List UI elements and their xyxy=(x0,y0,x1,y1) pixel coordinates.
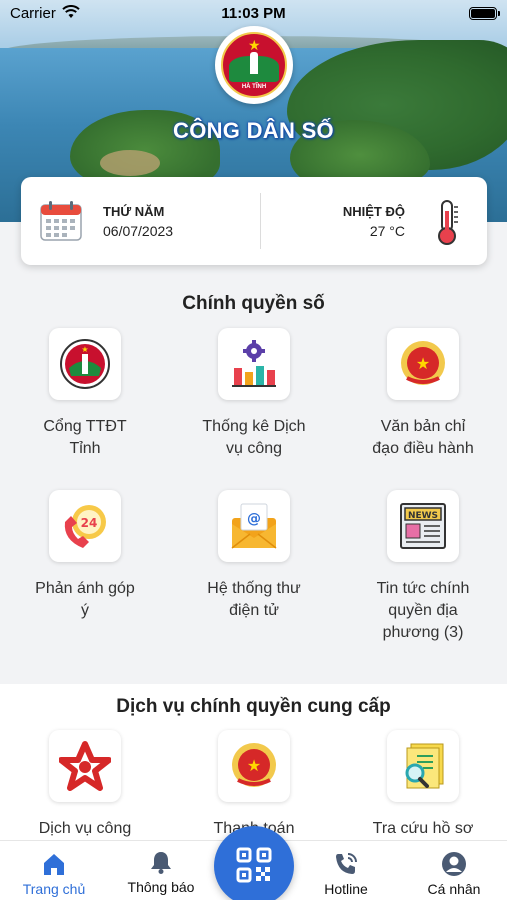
national-emblem-icon: ★ xyxy=(232,743,276,787)
nav-home[interactable]: Trang chủ xyxy=(4,851,104,897)
logo-text: HÀ TĨNH xyxy=(241,84,267,90)
current-date: 06/07/2023 xyxy=(103,223,174,239)
date-weather-card: THỨ NĂM 06/07/2023 NHIỆT ĐỘ 27 °C xyxy=(21,177,487,265)
nav-notifications-label: Thông báo xyxy=(127,879,195,895)
email-envelope-icon: @ xyxy=(231,503,277,549)
nav-hotline[interactable]: Hotline xyxy=(296,851,396,897)
clock: 11:03 PM xyxy=(221,5,286,22)
province-emblem-icon: ★ xyxy=(60,339,110,389)
tile-label: Tin tức chính quyền địa phương (3) xyxy=(376,580,470,641)
public-service-logo-icon xyxy=(59,741,111,791)
divider xyxy=(260,193,261,249)
tile-label: Văn bản chỉ đạo điều hành xyxy=(372,418,474,457)
thermometer-icon xyxy=(438,200,458,245)
tile-label: Tra cứu hồ sơ xyxy=(372,820,474,837)
phone-24h-icon: 24 xyxy=(64,505,106,548)
temperature-label: NHIỆT ĐỘ xyxy=(342,204,405,219)
tile-label: Thống kê Dịch vụ công xyxy=(202,418,306,457)
section-title: Dịch vụ chính quyền cung cấp xyxy=(116,696,391,717)
app-title: CÔNG DÂN SỐ xyxy=(173,118,334,143)
tile-label: Cổng TTĐT Tỉnh xyxy=(43,418,127,457)
nav-profile-label: Cá nhân xyxy=(427,881,481,897)
svg-text:24: 24 xyxy=(81,516,98,530)
statistics-chart-icon xyxy=(232,340,276,387)
nav-home-label: Trang chủ xyxy=(22,881,86,897)
qr-code-icon xyxy=(236,847,272,883)
section-title: Chính quyền số xyxy=(182,293,325,314)
temperature-value: 27 °C xyxy=(369,223,405,239)
home-icon xyxy=(44,854,64,875)
phone-call-icon xyxy=(336,853,357,874)
svg-text:★: ★ xyxy=(416,354,430,373)
digital-government-section: Chính quyền số ★ Cổng TTĐT Tỉnh Thống kê… xyxy=(0,278,507,670)
svg-text:NEWS: NEWS xyxy=(408,511,438,521)
government-services-section: Dịch vụ chính quyền cung cấp Dịch vụ côn… xyxy=(0,684,507,840)
tile-label: Phản ánh góp ý xyxy=(35,580,135,619)
svg-text:★: ★ xyxy=(81,345,88,354)
tile-label: Dịch vụ công xyxy=(38,820,132,837)
document-search-icon xyxy=(405,743,444,789)
nav-hotline-label: Hotline xyxy=(324,881,368,897)
newspaper-icon: NEWS xyxy=(400,503,446,549)
svg-text:★: ★ xyxy=(247,756,261,775)
bell-icon xyxy=(151,852,171,874)
user-avatar-icon xyxy=(442,852,466,876)
battery-icon xyxy=(469,7,500,20)
status-bar: Carrier 11:03 PM xyxy=(0,0,507,28)
nav-notifications[interactable]: Thông báo xyxy=(111,849,211,895)
tile-label: Hệ thống thư điện tử xyxy=(207,580,301,619)
svg-text:@: @ xyxy=(247,511,261,527)
province-logo: ★ HÀ TĨNH xyxy=(215,26,293,104)
nav-profile[interactable]: Cá nhân xyxy=(404,851,504,897)
qr-scan-button[interactable] xyxy=(214,826,294,900)
national-emblem-icon: ★ xyxy=(401,341,445,385)
day-of-week: THỨ NĂM xyxy=(103,204,165,219)
calendar-icon xyxy=(40,201,82,241)
